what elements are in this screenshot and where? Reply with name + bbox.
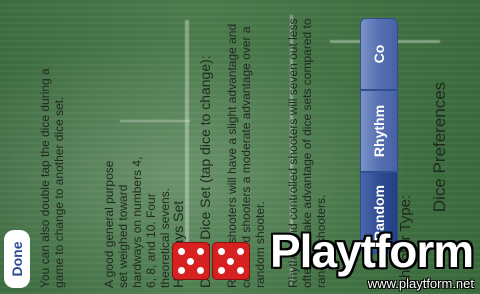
die-icon[interactable] (212, 242, 250, 280)
double-tap-note: You can also double tap the dice during … (38, 68, 66, 288)
done-button[interactable]: Done (4, 230, 30, 288)
shooter-rhythm-button[interactable]: Rhythm (360, 90, 398, 172)
shooter-controlled-button[interactable]: Co (360, 18, 398, 90)
die-icon[interactable] (172, 242, 210, 280)
watermark: Playtform www.playtform.net (260, 224, 480, 294)
shooter-type-segmented-control: Random Rhythm Co (360, 18, 398, 254)
dice-set-description: A good general purpose set weighed towar… (102, 156, 172, 288)
playtform-logo: Playtform (270, 225, 474, 277)
watermark-url: www.playtform.net (367, 276, 474, 291)
